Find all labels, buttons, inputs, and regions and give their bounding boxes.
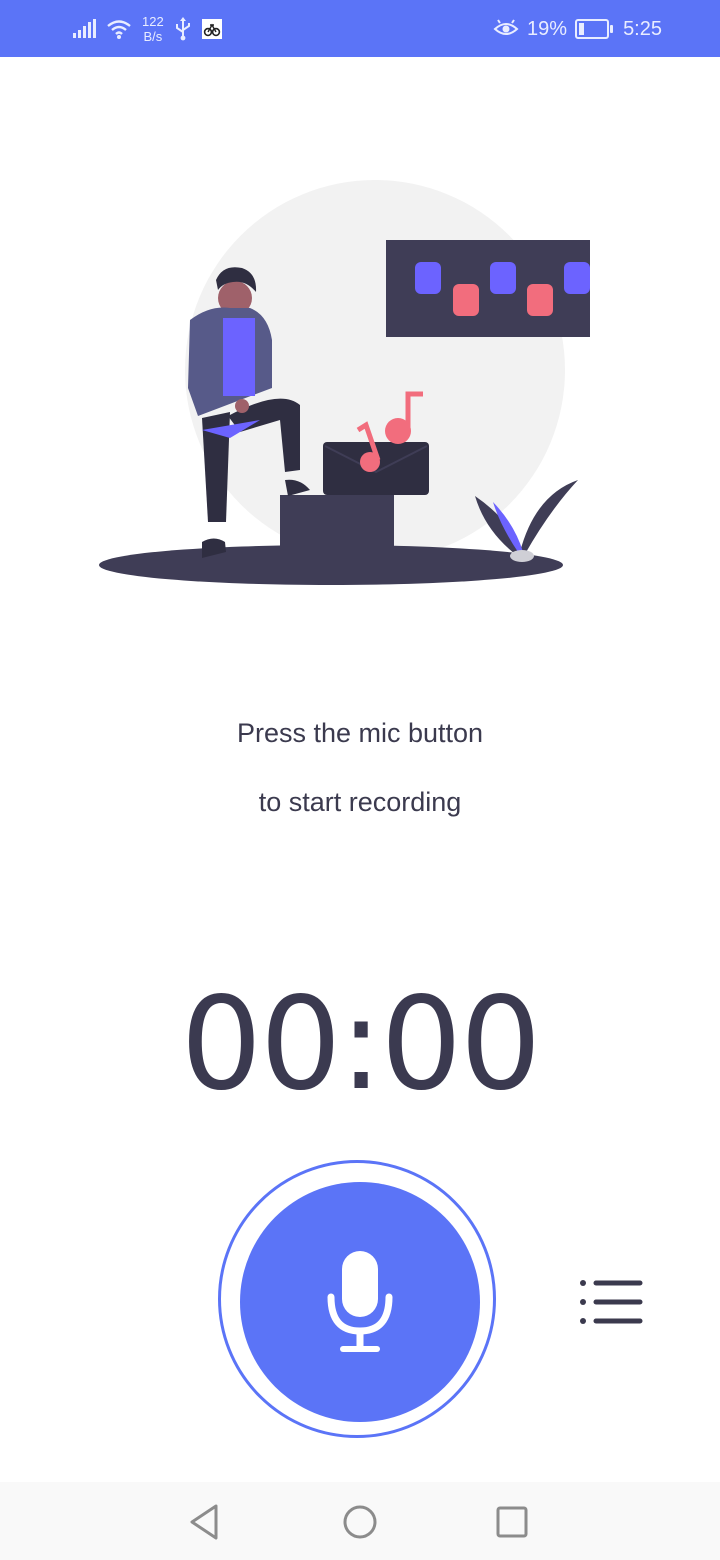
- network-speed-unit: B/s: [143, 29, 163, 44]
- recording-timer: 00:00: [180, 970, 542, 1119]
- equalizer-bar: [453, 284, 479, 316]
- eye-comfort-icon: [493, 19, 519, 35]
- equalizer-bar: [415, 262, 441, 294]
- nav-recents-button[interactable]: [490, 1500, 534, 1544]
- list-icon: [580, 1280, 643, 1324]
- person-hand: [235, 399, 249, 413]
- plant-stone: [510, 550, 534, 562]
- battery-icon: [575, 19, 614, 39]
- navigation-bar: [0, 1482, 720, 1560]
- battery-percent: 19%: [527, 17, 568, 40]
- prompt-line-2: to start recording: [258, 787, 462, 817]
- notification-icon: [201, 19, 222, 39]
- recording-illustration: [99, 180, 590, 585]
- nav-back-button[interactable]: [184, 1500, 228, 1544]
- recordings-list-button[interactable]: [572, 1275, 648, 1329]
- prompt-line-1: Press the mic button: [236, 718, 484, 748]
- usb-icon: [175, 17, 190, 41]
- back-icon: [190, 1504, 218, 1540]
- network-speed-value: 122: [142, 14, 164, 29]
- home-icon: [343, 1505, 377, 1539]
- status-time: 5:25: [623, 17, 662, 40]
- status-left: 122 B/s: [72, 12, 222, 46]
- nav-home-button[interactable]: [338, 1500, 382, 1544]
- pedestal: [280, 495, 394, 565]
- network-speed: 122 B/s: [142, 14, 164, 44]
- signal-icon: [73, 19, 96, 38]
- microphone-icon: [327, 1251, 393, 1352]
- equalizer-bar: [527, 284, 553, 316]
- recents-icon: [496, 1506, 528, 1538]
- wifi-icon: [107, 20, 131, 39]
- equalizer-bar: [490, 262, 516, 294]
- status-bar: 122 B/s 19% 5:25: [0, 0, 720, 57]
- battery-level-fill: [579, 23, 585, 35]
- person-shirt: [223, 318, 255, 396]
- status-right: 19% 5:25: [493, 12, 662, 46]
- equalizer-bar: [564, 262, 590, 294]
- plant-leaf: [520, 480, 578, 554]
- mic-button[interactable]: [240, 1182, 480, 1422]
